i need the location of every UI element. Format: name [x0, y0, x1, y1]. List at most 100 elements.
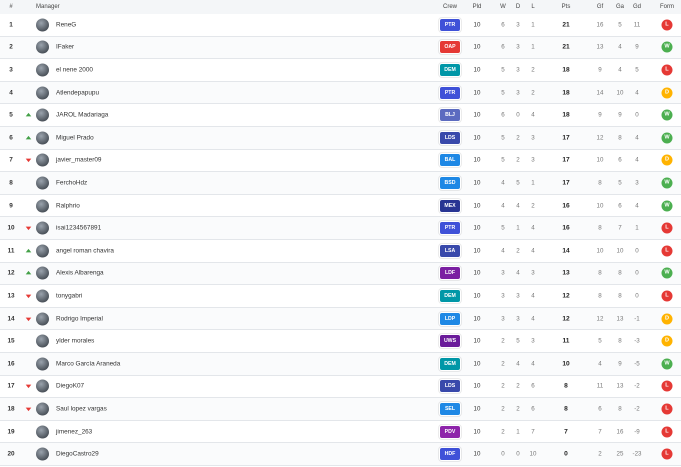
avatar[interactable] — [36, 18, 49, 32]
table-row[interactable]: 2 IFaker OAP 10 6 3 1 21 13 4 9 W — [0, 36, 681, 60]
crew-badge[interactable]: LDS — [439, 130, 461, 145]
header-gd[interactable]: Gd — [633, 4, 641, 10]
avatar[interactable] — [36, 221, 49, 235]
manager-name[interactable]: FerchoHdz — [56, 179, 87, 186]
manager-name[interactable]: Rodrigo Imperial — [56, 315, 103, 322]
table-row[interactable]: 1 ReneG PTR 10 6 3 1 21 16 5 11 L — [0, 14, 681, 37]
avatar[interactable] — [36, 176, 49, 190]
table-row[interactable]: 9 Ralphrio MEX 10 4 4 2 16 10 6 4 W — [0, 195, 681, 218]
manager-name[interactable]: Ralphrio — [56, 202, 80, 209]
manager-name[interactable]: JAROL Madariaga — [56, 112, 108, 119]
header-ga[interactable]: Ga — [616, 4, 624, 10]
header-form[interactable]: Form — [660, 4, 674, 10]
table-row[interactable]: 16 Marco García Araneda DEM 10 2 4 4 10 4 9 -5 W — [0, 353, 681, 376]
table-row[interactable]: 7 javier_master09 BAL 10 5 2 3 17 10 6 4 D — [0, 150, 681, 173]
stat-pts: 17 — [562, 156, 570, 164]
crew-badge[interactable]: OAP — [439, 40, 461, 55]
crew-badge[interactable]: BSD — [439, 175, 461, 190]
table-row[interactable]: 13 tonygabri DEM 10 3 3 4 12 8 8 0 L — [0, 285, 681, 308]
manager-name[interactable]: ylder morales — [56, 338, 94, 345]
crew-badge[interactable]: SEL — [439, 401, 461, 416]
crew-badge[interactable]: BLJ — [439, 108, 461, 123]
avatar[interactable] — [36, 40, 49, 54]
manager-name[interactable]: tonygabri — [56, 292, 82, 299]
avatar[interactable] — [36, 334, 49, 348]
manager-name[interactable]: ReneG — [56, 21, 76, 28]
crew-badge[interactable]: MEX — [439, 198, 461, 213]
avatar[interactable] — [36, 86, 49, 100]
crew-badge[interactable]: DEM — [439, 62, 461, 77]
crew-badge[interactable]: DEM — [439, 288, 461, 303]
header-gf[interactable]: Gf — [597, 4, 603, 10]
stat-gd: 4 — [635, 89, 639, 97]
manager-name[interactable]: Miguel Prado — [56, 134, 94, 141]
header-crew[interactable]: Crew — [443, 4, 457, 10]
crew-badge[interactable]: PTR — [439, 17, 461, 32]
header-pos[interactable]: # — [9, 4, 12, 10]
avatar[interactable] — [36, 199, 49, 213]
crew-badge[interactable]: PDV — [439, 424, 461, 439]
table-row[interactable]: 12 Alexis Albarenga LDF 10 3 4 3 13 8 8 0 W — [0, 262, 681, 286]
avatar[interactable] — [36, 266, 49, 280]
stat-pts: 18 — [562, 89, 570, 97]
crew-badge[interactable]: LDP — [439, 311, 461, 326]
manager-name[interactable]: Marco García Araneda — [56, 360, 120, 367]
header-pts[interactable]: Pts — [562, 4, 571, 10]
avatar[interactable] — [36, 131, 49, 145]
stat-l: 3 — [531, 134, 535, 142]
header-pld[interactable]: Pld — [473, 4, 482, 10]
avatar[interactable] — [36, 357, 49, 371]
manager-name[interactable]: javier_master09 — [56, 157, 101, 164]
stat-gf: 11 — [596, 382, 604, 390]
table-row[interactable]: 10 isai1234567891 PTR 10 5 1 4 16 8 7 1 L — [0, 217, 681, 240]
crew-badge[interactable]: LDS — [439, 379, 461, 394]
avatar[interactable] — [36, 425, 49, 439]
manager-name[interactable]: Alexis Albarenga — [56, 270, 104, 277]
avatar[interactable] — [36, 244, 49, 258]
avatar[interactable] — [36, 153, 49, 167]
table-row[interactable]: 14 Rodrigo Imperial LDP 10 3 3 4 12 12 13 -1 D — [0, 307, 681, 331]
header-w[interactable]: W — [500, 4, 506, 10]
avatar[interactable] — [36, 312, 49, 326]
crew-badge[interactable]: PTR — [439, 85, 461, 100]
table-row[interactable]: 3 el nene 2000 DEM 10 5 3 2 18 9 4 5 L — [0, 59, 681, 82]
crew-badge[interactable]: UWS — [439, 334, 461, 349]
trend-up-icon — [25, 248, 32, 253]
manager-name[interactable]: isai1234567891 — [56, 225, 101, 232]
avatar[interactable] — [36, 379, 49, 393]
stat-gd: 1 — [635, 224, 639, 232]
crew-badge[interactable]: HDF — [439, 447, 461, 462]
header-manager[interactable]: Manager — [36, 4, 60, 10]
manager-name[interactable]: angel roman chavira — [56, 247, 114, 254]
manager-name[interactable]: Saul lopez vargas — [56, 405, 107, 412]
table-row[interactable]: 19 jimenez_263 PDV 10 2 1 7 7 7 16 -9 L — [0, 421, 681, 444]
crew-badge[interactable]: PTR — [439, 221, 461, 236]
crew-badge[interactable]: BAL — [439, 153, 461, 168]
crew-badge[interactable]: LSA — [439, 243, 461, 258]
crew-badge[interactable]: LDF — [439, 266, 461, 281]
manager-name[interactable]: el nene 2000 — [56, 66, 93, 73]
manager-name[interactable]: IFaker — [56, 44, 74, 51]
stat-pts: 12 — [562, 315, 570, 323]
table-row[interactable]: 20 DiegoCastro29 HDF 10 0 0 10 0 2 25 -23 L — [0, 443, 681, 466]
table-row[interactable]: 5 JAROL Madariaga BLJ 10 6 0 4 18 9 9 0 W — [0, 104, 681, 127]
table-row[interactable]: 18 Saul lopez vargas SEL 10 2 2 6 8 6 8 -2 L — [0, 398, 681, 421]
table-row[interactable]: 11 angel roman chavira LSA 10 4 2 4 14 10 10 0 L — [0, 240, 681, 263]
header-d[interactable]: D — [516, 4, 520, 10]
manager-name[interactable]: Atlendepapupu — [56, 89, 99, 96]
crew-badge[interactable]: DEM — [439, 356, 461, 371]
avatar[interactable] — [36, 63, 49, 77]
avatar[interactable] — [36, 447, 49, 461]
table-row[interactable]: 8 FerchoHdz BSD 10 4 5 1 17 8 5 3 W — [0, 172, 681, 195]
manager-name[interactable]: DiegoCastro29 — [56, 451, 99, 458]
table-row[interactable]: 6 Miguel Prado LDS 10 5 2 3 17 12 8 4 W — [0, 127, 681, 150]
table-row[interactable]: 4 Atlendepapupu PTR 10 5 3 2 18 14 10 4 D — [0, 81, 681, 105]
avatar[interactable] — [36, 108, 49, 122]
table-row[interactable]: 17 DiegoK07 LDS 10 2 2 6 8 11 13 -2 L — [0, 376, 681, 399]
manager-name[interactable]: jimenez_263 — [56, 428, 92, 435]
avatar[interactable] — [36, 289, 49, 303]
avatar[interactable] — [36, 402, 49, 416]
manager-name[interactable]: DiegoK07 — [56, 383, 84, 390]
header-l[interactable]: L — [531, 4, 534, 10]
table-row[interactable]: 15 ylder morales UWS 10 2 5 3 11 5 8 -3 D — [0, 330, 681, 353]
